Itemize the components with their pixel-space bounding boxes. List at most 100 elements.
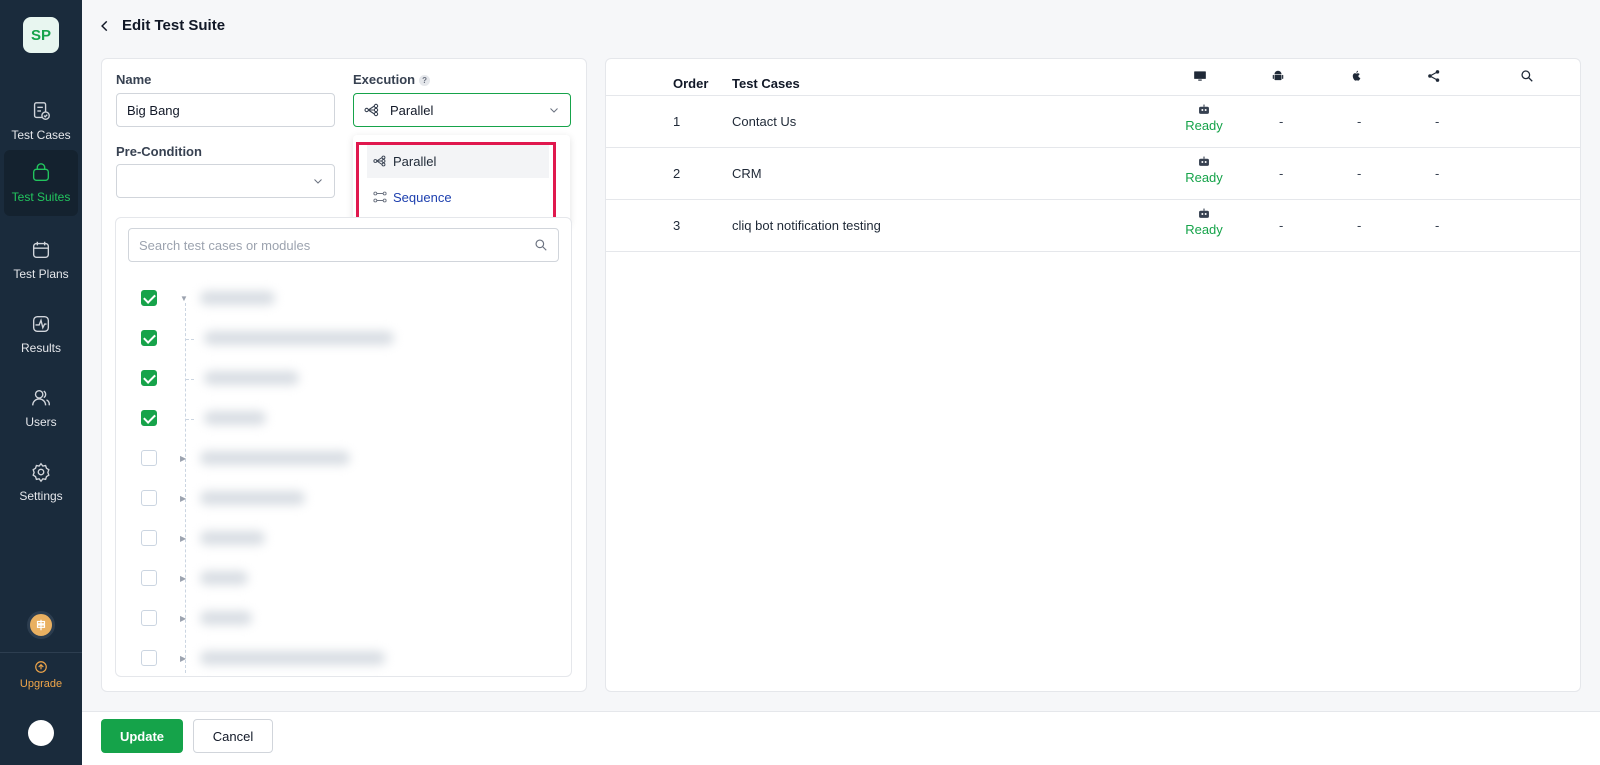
android-status: - xyxy=(1279,218,1284,233)
execution-help-icon[interactable]: ? xyxy=(419,75,431,87)
tree-checkbox[interactable] xyxy=(141,530,157,546)
signpost-icon xyxy=(36,619,46,631)
tree-connector xyxy=(186,379,194,380)
execution-label-text: Execution xyxy=(353,72,416,87)
activity-icon xyxy=(32,315,50,333)
avatar[interactable] xyxy=(28,720,54,746)
search-icon xyxy=(535,239,547,251)
bot-icon xyxy=(1199,208,1209,218)
sidebar-item-test-plans[interactable]: Test Plans xyxy=(0,227,82,293)
bot-icon xyxy=(1199,156,1209,166)
row-test-case-name[interactable]: Contact Us xyxy=(732,114,796,129)
tree-checkbox[interactable] xyxy=(141,410,157,426)
bot-icon xyxy=(1199,104,1209,114)
cancel-button[interactable]: Cancel xyxy=(193,719,273,753)
status-text: Ready xyxy=(1185,118,1223,133)
tree-checkbox[interactable] xyxy=(141,490,157,506)
redacted-module-name xyxy=(200,291,275,305)
row-test-case-name[interactable]: CRM xyxy=(732,166,762,181)
tree-connector xyxy=(186,339,194,340)
ios-status: - xyxy=(1357,166,1362,181)
tree-search-placeholder: Search test cases or modules xyxy=(139,237,311,253)
tree-checkbox[interactable] xyxy=(141,330,157,346)
app-logo[interactable]: SP xyxy=(23,17,59,53)
test-case-tree-panel xyxy=(115,217,572,677)
tree-connector xyxy=(186,419,194,420)
apple-icon xyxy=(1352,70,1361,81)
expand-caret-icon[interactable]: ▶ xyxy=(180,454,186,463)
row-test-case-name[interactable]: cliq bot notification testing xyxy=(732,218,881,233)
tree-checkbox[interactable] xyxy=(141,650,157,666)
expand-caret-icon[interactable]: ▶ xyxy=(180,494,186,503)
sidebar-item-settings[interactable]: Settings xyxy=(0,449,82,515)
search-icon[interactable] xyxy=(1520,69,1534,83)
tree-checkbox[interactable] xyxy=(141,570,157,586)
redacted-module-name xyxy=(200,491,305,505)
status-badge: Ready xyxy=(1174,208,1234,237)
execution-select[interactable]: Parallel xyxy=(353,93,571,127)
redacted-module-name xyxy=(200,531,265,545)
execution-label: Execution? xyxy=(353,72,431,87)
sidebar-item-results[interactable]: Results xyxy=(0,301,82,367)
column-header-order[interactable]: Order xyxy=(673,76,708,91)
expand-caret-icon[interactable]: ▶ xyxy=(180,654,186,663)
expand-caret-icon[interactable]: ▶ xyxy=(180,534,186,543)
sidebar-item-test-suites[interactable]: Test Suites xyxy=(4,150,78,216)
calendar-icon xyxy=(32,241,50,259)
redacted-test-case-name xyxy=(204,331,394,345)
sidebar-item-test-cases[interactable]: Test Cases xyxy=(0,88,82,154)
status-text: Ready xyxy=(1185,170,1223,185)
tree-checkbox[interactable] xyxy=(141,610,157,626)
users-icon xyxy=(32,389,50,406)
tree-search-input[interactable]: Search test cases or modules xyxy=(128,228,559,262)
sidebar: SP Test Cases Test Suites Test Plans Res… xyxy=(0,0,82,765)
sidebar-divider xyxy=(0,652,82,653)
expand-caret-icon[interactable]: ▼ xyxy=(180,294,188,303)
help-signpost-button[interactable] xyxy=(27,611,55,639)
android-status: - xyxy=(1279,114,1284,129)
upgrade-label: Upgrade xyxy=(19,678,63,690)
api-status: - xyxy=(1435,218,1440,233)
ios-status: - xyxy=(1357,114,1362,129)
expand-caret-icon[interactable]: ▶ xyxy=(180,614,186,623)
column-header-test-cases[interactable]: Test Cases xyxy=(732,76,800,91)
tree-checkbox[interactable] xyxy=(141,290,157,306)
highlight-annotation-box xyxy=(356,142,556,225)
sidebar-item-label: Test Plans xyxy=(13,267,69,281)
monitor-icon xyxy=(1194,71,1206,81)
status-badge: Ready xyxy=(1174,156,1234,185)
redacted-module-name xyxy=(200,571,248,585)
expand-caret-icon[interactable]: ▶ xyxy=(180,574,186,583)
row-order: 3 xyxy=(673,218,681,233)
footer-bar xyxy=(82,711,1600,765)
name-input-value: Big Bang xyxy=(127,102,180,118)
upgrade-link[interactable]: Upgrade xyxy=(0,660,82,690)
page-header: Edit Test Suite xyxy=(98,17,225,34)
parallel-icon xyxy=(364,103,379,117)
table-divider xyxy=(606,95,1580,96)
sidebar-item-label: Users xyxy=(25,415,57,429)
page-title: Edit Test Suite xyxy=(122,17,226,34)
chevron-down-icon xyxy=(550,108,558,113)
ios-status: - xyxy=(1357,218,1362,233)
sidebar-item-label: Test Cases xyxy=(11,128,71,142)
precondition-label: Pre-Condition xyxy=(116,144,202,159)
table-divider xyxy=(606,147,1580,148)
execution-select-value: Parallel xyxy=(364,103,433,118)
update-button[interactable]: Update xyxy=(101,719,183,753)
status-text: Ready xyxy=(1185,222,1223,237)
sidebar-item-users[interactable]: Users xyxy=(0,375,82,441)
chevron-left-icon[interactable] xyxy=(98,19,112,33)
table-divider xyxy=(606,199,1580,200)
api-share-icon xyxy=(1428,70,1440,82)
tree-checkbox[interactable] xyxy=(141,370,157,386)
arrow-up-circle-icon xyxy=(35,661,47,673)
name-input[interactable]: Big Bang xyxy=(116,93,335,127)
name-label: Name xyxy=(116,72,152,87)
redacted-module-name xyxy=(200,611,252,625)
chevron-down-icon xyxy=(314,179,322,184)
bag-icon xyxy=(32,163,50,182)
precondition-select[interactable] xyxy=(116,164,335,198)
tree-checkbox[interactable] xyxy=(141,450,157,466)
android-icon xyxy=(1272,70,1284,81)
